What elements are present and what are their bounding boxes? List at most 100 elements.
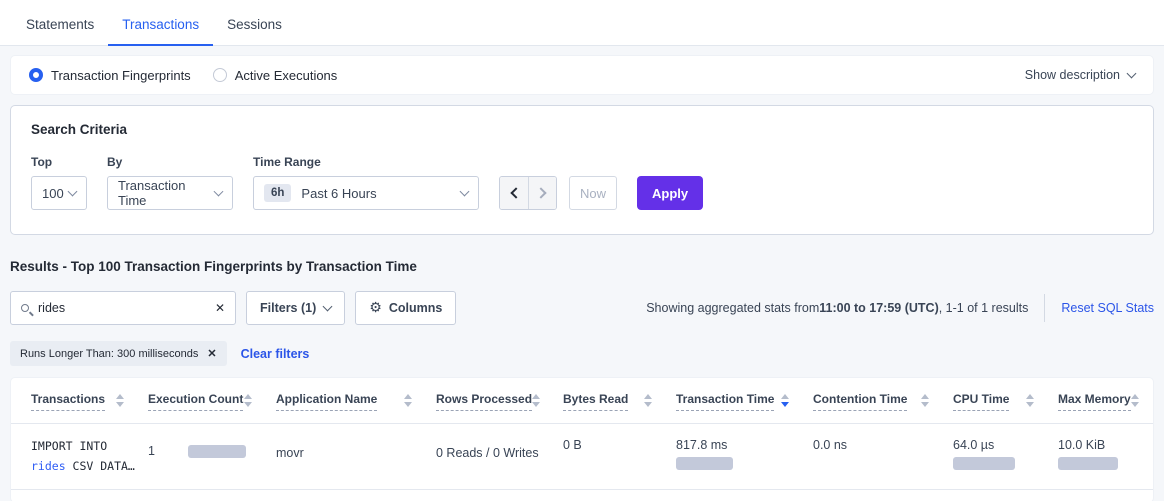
chevron-down-icon	[323, 302, 333, 312]
column-header-execution-count: Execution Count	[148, 392, 276, 411]
column-header-application-name: Application Name	[276, 392, 436, 411]
time-range-badge: 6h	[264, 184, 291, 202]
column-header-contention-time: Contention Time	[813, 392, 953, 411]
chevron-right-icon	[535, 187, 546, 198]
column-label[interactable]: CPU Time	[953, 392, 1009, 411]
sort-icon[interactable]	[116, 394, 124, 407]
column-header-max-memory: Max Memory	[1058, 392, 1163, 411]
next-time-window-button[interactable]	[528, 177, 556, 209]
top-select-value: 100	[42, 186, 64, 201]
filters-button[interactable]: Filters (1)	[246, 291, 345, 325]
sort-icon[interactable]	[244, 394, 252, 407]
reset-sql-stats-link[interactable]: Reset SQL Stats	[1061, 301, 1154, 315]
sort-icon[interactable]	[644, 394, 652, 407]
sql-table-link[interactable]: rides	[31, 459, 66, 473]
table-header-row: Transactions Execution Count Application…	[11, 378, 1153, 424]
stats-prefix: Showing aggregated stats from	[646, 301, 819, 315]
cpu-time-cell: 64.0 µs	[953, 436, 1058, 470]
max-memory-value: 10.0 KiB	[1058, 436, 1118, 452]
stats-interval: 11:00 to 17:59 (UTC)	[819, 301, 938, 315]
chevron-down-icon	[214, 186, 224, 196]
gear-icon: ⚙	[369, 300, 382, 316]
search-box[interactable]: ✕	[10, 291, 236, 325]
by-field: By Transaction Time	[107, 155, 233, 210]
radio-active-executions[interactable]: Active Executions	[213, 68, 338, 83]
execution-count-cell: 1	[148, 436, 276, 458]
column-header-bytes-read: Bytes Read	[563, 392, 676, 411]
table-row: IMPORT INTO rides CSV DATA… 1 movr 0 Rea…	[11, 424, 1153, 490]
max-memory-cell: 10.0 KiB	[1058, 436, 1138, 470]
vertical-divider	[1044, 294, 1045, 322]
time-range-field: Time Range 6h Past 6 Hours	[253, 155, 479, 210]
bytes-read-cell: 0 B	[563, 436, 676, 452]
sql-text: CSV DATA…	[66, 459, 135, 473]
chevron-down-icon	[460, 186, 470, 196]
radio-unselected-icon	[213, 68, 227, 82]
column-label[interactable]: Rows Processed	[436, 392, 532, 411]
show-description-toggle[interactable]: Show description	[1025, 68, 1135, 82]
radio-label: Transaction Fingerprints	[51, 68, 191, 83]
remove-filter-icon[interactable]: ✕	[207, 347, 216, 360]
transaction-time-value: 817.8 ms	[676, 436, 793, 452]
column-label[interactable]: Application Name	[276, 392, 377, 411]
by-select[interactable]: Transaction Time	[107, 176, 233, 210]
results-toolbar: ✕ Filters (1) ⚙ Columns Showing aggregat…	[10, 291, 1154, 325]
sql-activity-tabbar: Statements Transactions Sessions	[0, 0, 1164, 46]
columns-button[interactable]: ⚙ Columns	[355, 291, 456, 325]
search-icon	[21, 304, 29, 312]
search-criteria-title: Search Criteria	[31, 122, 1133, 137]
sort-icon[interactable]	[404, 394, 412, 407]
clear-search-icon[interactable]: ✕	[207, 301, 225, 315]
sort-icon[interactable]	[532, 394, 540, 407]
sort-icon[interactable]	[1131, 394, 1139, 407]
cpu-time-bar	[953, 457, 1015, 470]
column-label[interactable]: Execution Count	[148, 392, 243, 411]
sort-icon[interactable]	[1026, 394, 1034, 407]
chevron-down-icon	[1127, 68, 1137, 78]
column-header-transactions: Transactions	[31, 392, 148, 411]
filter-chip-label: Runs Longer Than: 300 milliseconds	[20, 348, 198, 360]
now-button[interactable]: Now	[569, 176, 617, 210]
transaction-fingerprint-cell[interactable]: IMPORT INTO rides CSV DATA…	[31, 436, 148, 476]
search-input[interactable]	[38, 301, 207, 315]
time-range-select[interactable]: 6h Past 6 Hours	[253, 176, 479, 210]
column-header-rows-processed: Rows Processed	[436, 392, 563, 411]
view-toggle-bar: Transaction Fingerprints Active Executio…	[10, 55, 1154, 95]
column-label[interactable]: Max Memory	[1058, 392, 1131, 411]
sort-icon-active-desc[interactable]	[781, 394, 789, 407]
radio-selected-icon	[29, 68, 43, 82]
top-label: Top	[31, 155, 87, 169]
radio-transaction-fingerprints[interactable]: Transaction Fingerprints	[29, 68, 191, 83]
contention-time-cell: 0.0 ns	[813, 436, 953, 452]
transaction-time-bar	[676, 457, 733, 470]
tab-sessions[interactable]: Sessions	[213, 5, 296, 46]
application-name-cell: movr	[276, 436, 436, 460]
cpu-time-value: 64.0 µs	[953, 436, 1038, 452]
stats-suffix: , 1-1 of 1 results	[939, 301, 1029, 315]
column-label[interactable]: Contention Time	[813, 392, 907, 411]
filters-label: Filters (1)	[260, 301, 316, 315]
execution-count-bar	[188, 445, 246, 458]
tab-statements[interactable]: Statements	[12, 5, 108, 46]
time-range-value: Past 6 Hours	[301, 186, 376, 201]
active-filters-row: Runs Longer Than: 300 milliseconds ✕ Cle…	[10, 341, 1154, 366]
aggregated-stats-text: Showing aggregated stats from 11:00 to 1…	[646, 294, 1154, 322]
columns-label: Columns	[389, 301, 442, 315]
column-label[interactable]: Transaction Time	[676, 392, 774, 411]
top-field: Top 100	[31, 155, 87, 210]
search-criteria-panel: Search Criteria Top 100 By Transaction T…	[10, 105, 1154, 235]
top-select[interactable]: 100	[31, 176, 87, 210]
sql-text: IMPORT INTO	[31, 439, 107, 453]
show-description-label: Show description	[1025, 68, 1120, 82]
clear-filters-link[interactable]: Clear filters	[241, 347, 310, 361]
sort-icon[interactable]	[921, 394, 929, 407]
column-label[interactable]: Bytes Read	[563, 392, 628, 411]
by-label: By	[107, 155, 233, 169]
column-label[interactable]: Transactions	[31, 392, 105, 411]
prev-time-window-button[interactable]	[500, 177, 528, 209]
apply-button[interactable]: Apply	[637, 176, 703, 210]
column-header-transaction-time: Transaction Time	[676, 392, 813, 411]
tab-transactions[interactable]: Transactions	[108, 5, 213, 46]
execution-count-value: 1	[148, 444, 188, 458]
by-select-value: Transaction Time	[118, 178, 215, 208]
